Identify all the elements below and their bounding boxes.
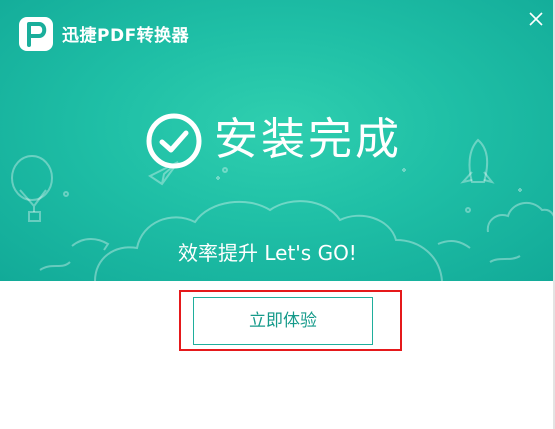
app-title: 迅捷PDF转换器 [62, 26, 190, 46]
hot-air-balloon-icon [11, 155, 53, 201]
completion-status: 安装完成 [144, 110, 414, 174]
close-button[interactable] [523, 6, 549, 32]
completion-banner: 迅捷PDF转换器 安装完成 效率提升 Let's GO! [0, 0, 555, 281]
install-complete-title: 安装完成 [214, 114, 402, 165]
rocket-icon [468, 138, 489, 183]
cloud-icon [486, 201, 555, 233]
slogan-text: 效率提升 Let's GO! [178, 241, 357, 265]
installer-window: 迅捷PDF转换器 安装完成 效率提升 Let's GO! 立即体验 [0, 0, 555, 429]
close-icon [529, 12, 543, 26]
pdf-p-logo-icon [27, 22, 47, 47]
check-circle-icon [146, 113, 202, 169]
app-logo [19, 17, 53, 51]
try-now-button[interactable]: 立即体验 [193, 297, 373, 345]
